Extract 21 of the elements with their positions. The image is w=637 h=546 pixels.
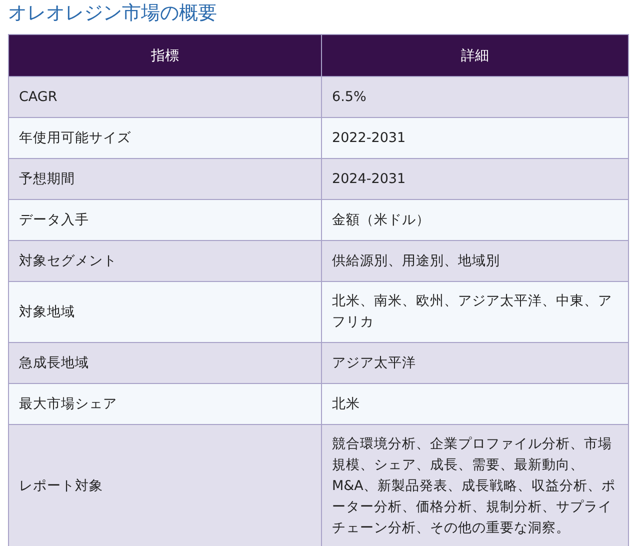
table-cell: 北米、南米、欧州、アジア太平洋、中東、アフリカ (322, 282, 628, 342)
table-cell: 供給源別、用途別、地域別 (322, 240, 628, 282)
table-cell: 最大市場シェア (8, 384, 322, 424)
table-cell: 2024-2031 (322, 158, 628, 200)
table-cell: 急成長地域 (8, 342, 322, 384)
table-cell: 競合環境分析、企業プロファイル分析、市場規模、シェア、成長、需要、最新動向、M&A、新製品発表、成長戦略、収益分析、ポーター分析、価格分析、規制分析、サプライチェーン分析、その他の重要な洞察。 (322, 424, 628, 546)
table-cell: データ入手 (8, 200, 322, 240)
page-title: オレオレジン市場の概要 (8, 1, 218, 26)
table-cell: 年使用可能サイズ (8, 118, 322, 158)
table-cell: 金額（米ドル） (322, 200, 628, 240)
table-cell: アジア太平洋 (322, 342, 628, 384)
table-cell: 2022-2031 (322, 118, 628, 158)
table-cell: 北米 (322, 384, 628, 424)
table-cell: 予想期間 (8, 158, 322, 200)
table-cell: 対象地域 (8, 282, 322, 342)
column-header: 詳細 (322, 34, 628, 76)
column-header: 指標 (8, 34, 322, 76)
table-cell: CAGR (8, 76, 322, 118)
table-cell: 対象セグメント (8, 240, 322, 282)
table-cell: 6.5% (322, 76, 628, 118)
table-cell: レポート対象 (8, 424, 322, 546)
